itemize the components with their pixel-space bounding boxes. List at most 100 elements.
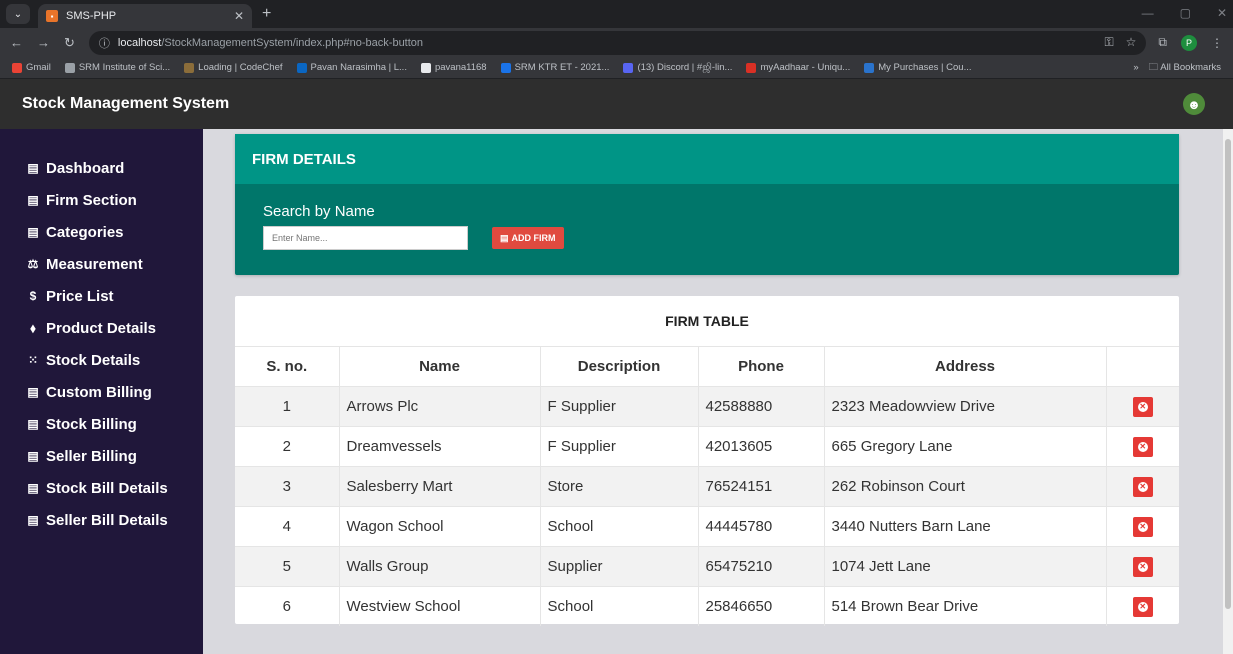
sidebar-item-icon: ▤ [27, 385, 39, 399]
table-cell: 1074 Jett Lane [824, 545, 1107, 586]
user-avatar-icon[interactable]: ☻ [1183, 93, 1205, 115]
table-row: 1 Arrows Plc F Supplier 42588880 2323 Meadow… [235, 385, 1179, 426]
app-page: Stock Management System ☻ ▤ Dashboard ▤ Fir… [0, 79, 1233, 654]
sidebar-item-measurement[interactable]: ⚖ Measurement [0, 248, 203, 280]
site-info-icon[interactable]: ⓘ [99, 35, 110, 51]
sidebar-item-icon: ▤ [27, 513, 39, 527]
table-cell: 2 [235, 425, 340, 466]
url-field[interactable]: ⓘ localhost /StockManagementSystem/index… [88, 30, 1147, 55]
page-scrollbar[interactable] [1223, 129, 1233, 654]
delete-icon: ✕ [1137, 521, 1148, 532]
table-cell: School [540, 585, 699, 626]
table-cell: 3 [235, 465, 340, 506]
delete-icon: ✕ [1137, 441, 1148, 452]
bookmark-favicon-icon [623, 62, 634, 73]
tab-favicon-icon: ▪ [46, 10, 58, 22]
sidebar-item-seller-bill-details[interactable]: ▤ Seller Bill Details [0, 504, 203, 536]
all-bookmarks-folder[interactable]: 🗀 All Bookmarks [1149, 60, 1221, 76]
table-cell: F Supplier [540, 425, 699, 466]
sidebar-item-firm-section[interactable]: ▤ Firm Section [0, 184, 203, 216]
tab-close-icon[interactable]: ✕ [234, 9, 244, 23]
actions-cell: ✕ [1106, 505, 1179, 546]
bookmark-item[interactable]: Gmail [12, 62, 51, 73]
bookmark-item[interactable]: My Purchases | Cou... [864, 62, 972, 73]
sidebar-item-label: Measurement [46, 255, 143, 273]
bookmark-item[interactable]: Loading | CodeChef [184, 62, 283, 73]
table-row: 2 Dreamvessels F Supplier 42013605 665 Grego… [235, 425, 1179, 466]
browser-tab[interactable]: ▪ SMS-PHP ✕ [38, 4, 252, 28]
column-header: S. no. [235, 347, 340, 386]
more-bookmarks-icon[interactable]: » [1133, 62, 1138, 73]
window-controls: — ▢ ✕ [1142, 6, 1227, 20]
sidebar-item-icon: ▤ [27, 449, 39, 463]
delete-button[interactable]: ✕ [1132, 476, 1153, 497]
bookmark-item[interactable]: myAadhaar - Uniqu... [746, 62, 850, 73]
bookmark-item[interactable]: pavana1168 [420, 62, 487, 73]
bookmark-item[interactable]: Pavan Narasimha | L... [296, 62, 407, 73]
bookmark-favicon-icon [12, 62, 22, 73]
bookmark-favicon-icon [746, 62, 757, 73]
sidebar-item-icon: $ [29, 289, 37, 303]
profile-avatar[interactable]: P [1181, 34, 1197, 51]
table-cell: 665 Gregory Lane [824, 425, 1107, 466]
back-icon[interactable]: ← [10, 35, 23, 50]
extensions-icon[interactable]: ⧉ [1158, 35, 1167, 50]
reload-icon[interactable]: ↻ [64, 35, 75, 51]
delete-button[interactable]: ✕ [1132, 596, 1153, 617]
firm-table-title: FIRM TABLE [235, 296, 1179, 347]
sidebar-item-icon: ⬧ [30, 320, 36, 335]
sidebar-item-product-details[interactable]: ⬧ Product Details [0, 312, 203, 344]
bookmark-label: Pavan Narasimha | L... [310, 62, 407, 73]
firm-table-card: FIRM TABLE S. no. Name Description Phone Add… [235, 296, 1179, 626]
password-key-icon[interactable]: ⚿ [1105, 35, 1114, 50]
sidebar-item-icon: ⚖ [27, 257, 39, 271]
table-row: 6 Westview School School 25846650 514 Brown … [235, 585, 1179, 626]
minimize-icon[interactable]: — [1142, 6, 1154, 20]
delete-button[interactable]: ✕ [1132, 556, 1153, 577]
forward-icon[interactable]: → [37, 35, 50, 50]
actions-cell: ✕ [1106, 465, 1179, 506]
table-cell: 1 [235, 385, 340, 426]
table-cell: 42588880 [698, 385, 825, 426]
bookmark-favicon-icon [420, 62, 431, 73]
delete-button[interactable]: ✕ [1132, 516, 1153, 537]
column-header: Address [824, 347, 1107, 386]
sidebar-item-label: Stock Billing [46, 415, 137, 433]
search-label: Search by Name [263, 203, 375, 220]
sidebar-item-custom-billing[interactable]: ▤ Custom Billing [0, 376, 203, 408]
bookmark-item[interactable]: SRM KTR ET - 2021... [500, 62, 609, 73]
search-input[interactable] [263, 226, 468, 250]
sidebar-item-price-list[interactable]: $ Price List [0, 280, 203, 312]
scrollbar-thumb[interactable] [1225, 139, 1231, 609]
bookmark-item[interactable]: SRM Institute of Sci... [64, 62, 170, 73]
sidebar-item-stock-bill-details[interactable]: ▤ Stock Bill Details [0, 472, 203, 504]
bookmark-favicon-icon [500, 62, 511, 73]
delete-icon: ✕ [1137, 401, 1148, 412]
sidebar-item-seller-billing[interactable]: ▤ Seller Billing [0, 440, 203, 472]
actions-cell: ✕ [1106, 585, 1179, 626]
sidebar-item-stock-details[interactable]: ⁙ Stock Details [0, 344, 203, 376]
table-cell: 2323 Meadowview Drive [824, 385, 1107, 426]
bookmark-label: Loading | CodeChef [198, 62, 283, 73]
sidebar-item-icon: ▤ [27, 481, 39, 495]
menu-icon[interactable]: ⋮ [1211, 36, 1223, 50]
sidebar-item-dashboard[interactable]: ▤ Dashboard [0, 152, 203, 184]
actions-cell: ✕ [1106, 425, 1179, 466]
bookmark-star-icon[interactable]: ☆ [1126, 35, 1137, 50]
sidebar-item-label: Stock Details [46, 351, 141, 369]
maximize-icon[interactable]: ▢ [1180, 6, 1191, 20]
delete-button[interactable]: ✕ [1132, 396, 1153, 417]
sidebar-item-categories[interactable]: ▤ Categories [0, 216, 203, 248]
new-tab-icon[interactable]: + [262, 5, 271, 23]
sidebar-item-stock-billing[interactable]: ▤ Stock Billing [0, 408, 203, 440]
tab-search-button[interactable]: ⌄ [6, 4, 30, 24]
delete-button[interactable]: ✕ [1132, 436, 1153, 457]
sidebar-item-label: Stock Bill Details [46, 479, 168, 497]
close-window-icon[interactable]: ✕ [1217, 6, 1227, 20]
actions-cell: ✕ [1106, 385, 1179, 426]
address-bar: ← → ↻ ⓘ localhost /StockManagementSystem… [0, 28, 1233, 57]
column-header: Phone [698, 347, 825, 386]
sidebar-item-label: Product Details [46, 319, 157, 337]
add-firm-button[interactable]: ▤ ADD FIRM [492, 227, 564, 249]
bookmark-item[interactable]: (13) Discord | #ஜி-lin... [623, 62, 732, 74]
